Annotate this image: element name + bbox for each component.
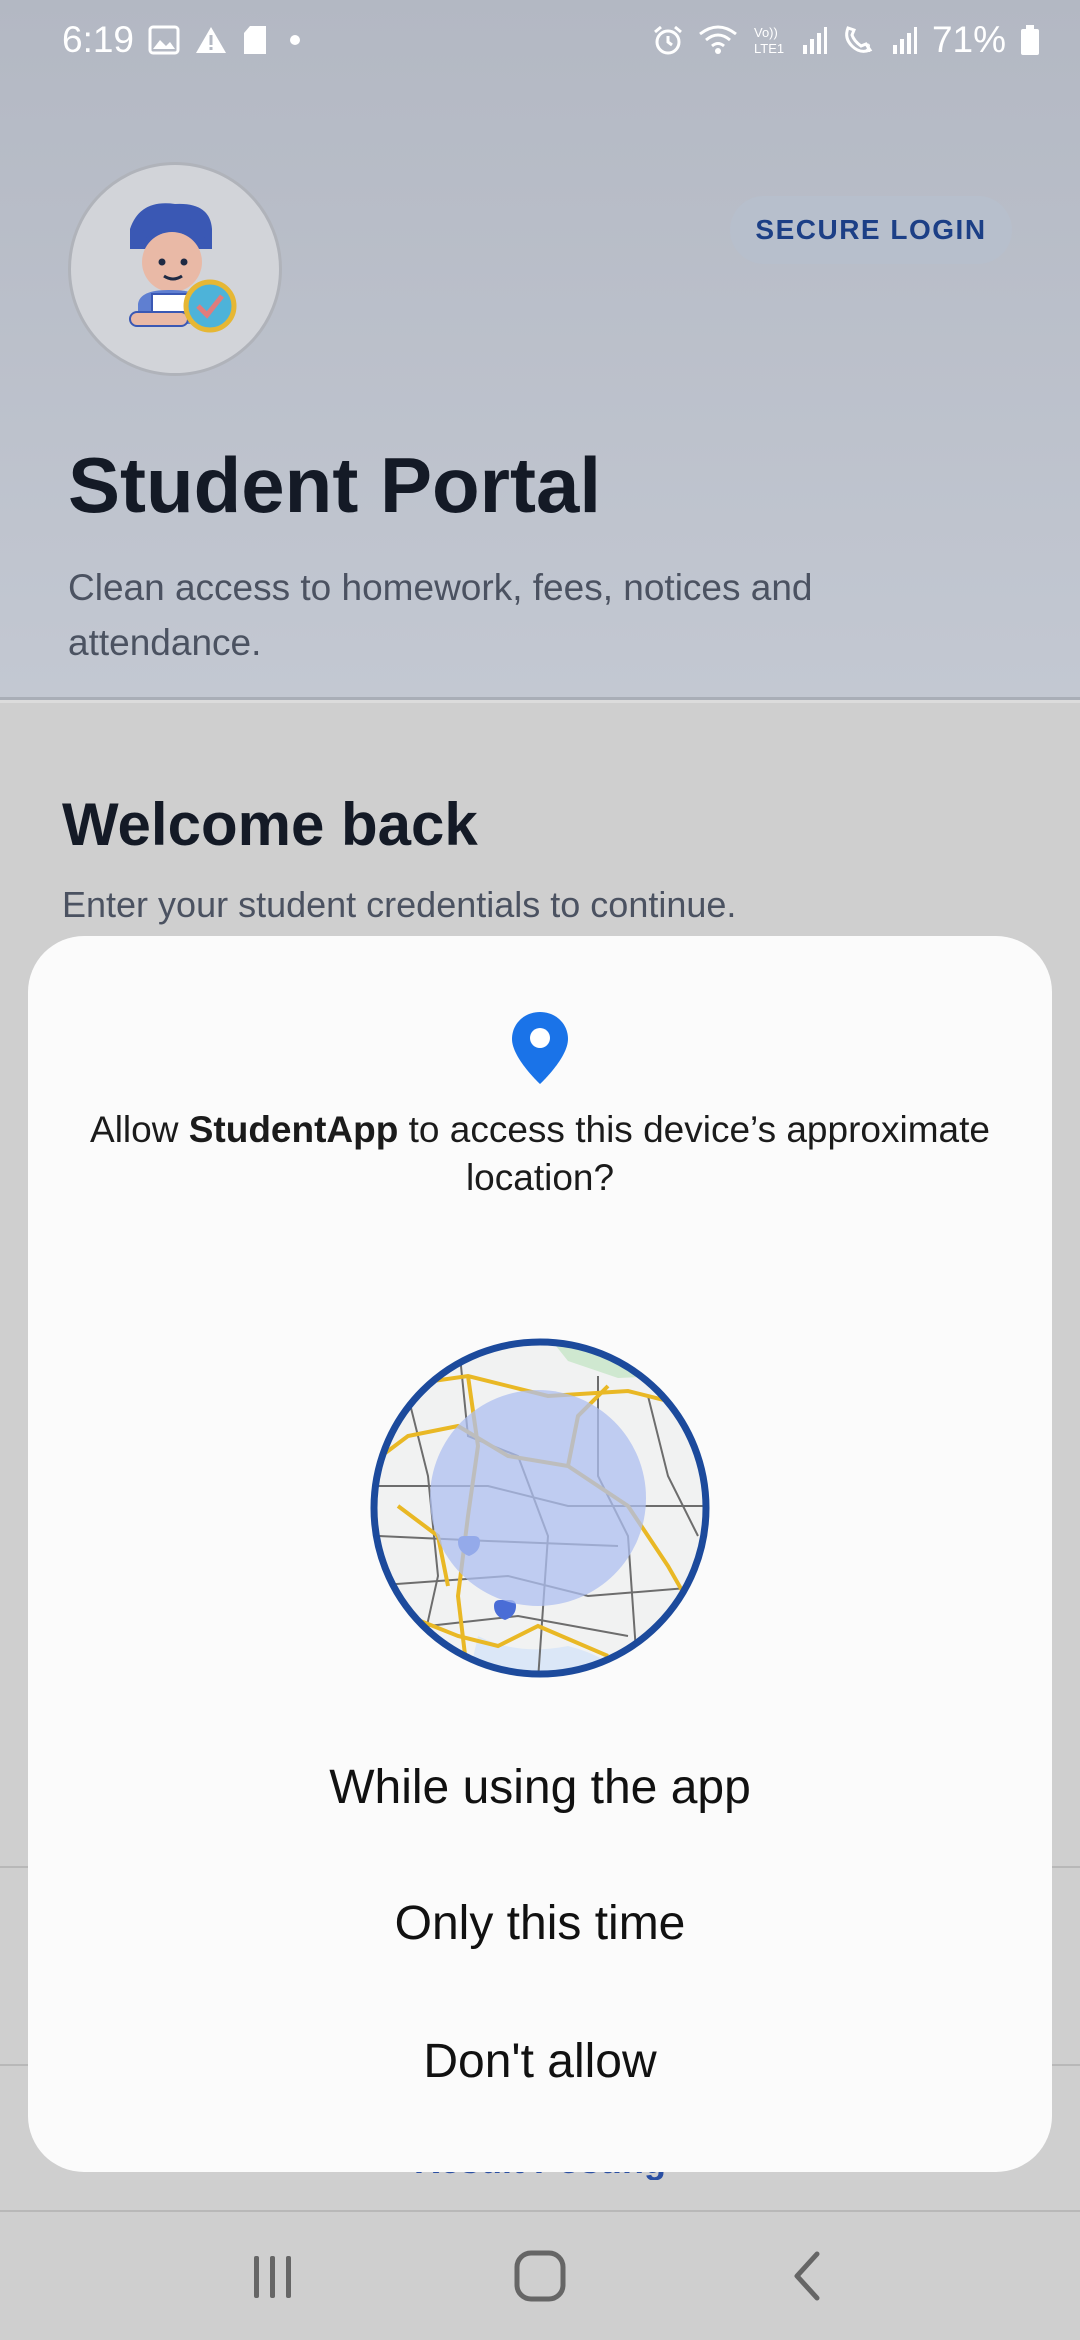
- home-button[interactable]: [480, 2226, 600, 2326]
- svg-text:LTE1: LTE1: [754, 41, 784, 56]
- while-using-app-button[interactable]: While using the app: [28, 1748, 1052, 1828]
- student-avatar-icon: [129, 203, 237, 333]
- only-this-time-button[interactable]: Only this time: [28, 1884, 1052, 1964]
- hero-header: SECURE LOGIN Student Portal Clean access…: [0, 0, 1080, 700]
- sd-card-icon: [242, 24, 268, 56]
- back-button[interactable]: [747, 2226, 867, 2326]
- notification-dot-icon: [290, 35, 301, 45]
- battery-icon: [1020, 24, 1040, 56]
- volte-icon: Vo)) LTE1: [752, 23, 788, 57]
- permission-prompt: Allow StudentApp to access this device’s…: [88, 1106, 992, 1202]
- wifi-calling-icon: 2: [842, 24, 878, 56]
- page-subtitle: Clean access to homework, fees, notices …: [68, 567, 813, 663]
- app-screen: 6:19 Vo)) LTE1 2 71% SECURE LOGIN Studen…: [0, 0, 1080, 2340]
- page-title: Student Portal: [68, 441, 602, 529]
- alert-icon: [194, 25, 228, 55]
- signal-icon: [802, 25, 828, 55]
- recents-icon: [254, 2256, 292, 2298]
- app-name: StudentApp: [188, 1109, 399, 1150]
- back-icon: [794, 2251, 820, 2301]
- dont-allow-button[interactable]: Don't allow: [28, 2022, 1052, 2102]
- navigation-bar: [0, 2212, 1080, 2340]
- home-icon: [514, 2250, 566, 2302]
- alarm-icon: [652, 24, 684, 56]
- welcome-title: Welcome back: [62, 791, 478, 858]
- battery-percent: 71%: [931, 19, 1006, 60]
- recents-button[interactable]: [213, 2226, 333, 2326]
- prompt-suffix: to access this device’s approximate loca…: [398, 1109, 990, 1198]
- status-bar: 6:19 Vo)) LTE1 2 71%: [0, 0, 1080, 80]
- approximate-location-map: [368, 1336, 712, 1680]
- svg-text:2: 2: [864, 41, 871, 55]
- status-time: 6:19: [62, 19, 135, 60]
- signal-icon: [892, 25, 918, 55]
- welcome-subtitle: Enter your student credentials to contin…: [62, 884, 737, 925]
- svg-text:Vo)): Vo)): [754, 25, 778, 40]
- prompt-prefix: Allow: [90, 1109, 189, 1150]
- location-pin-icon: [510, 1010, 570, 1091]
- location-permission-dialog: Allow StudentApp to access this device’s…: [28, 936, 1052, 2172]
- student-avatar: [68, 162, 282, 376]
- wifi-icon: [698, 24, 738, 56]
- gallery-icon: [148, 25, 180, 55]
- secure-login-badge: SECURE LOGIN: [730, 196, 1012, 264]
